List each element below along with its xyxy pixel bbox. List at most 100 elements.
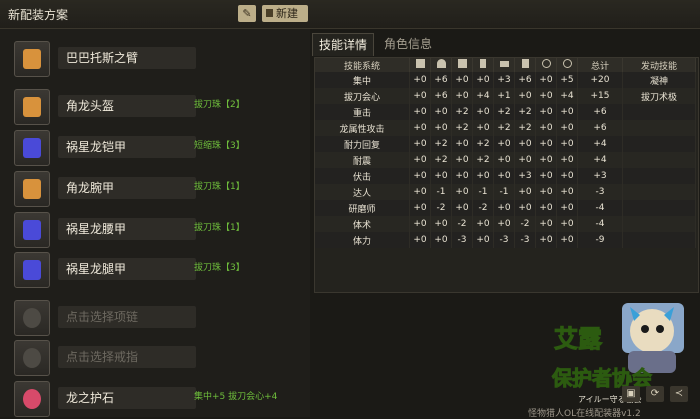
- skill-total: -4: [577, 200, 623, 216]
- part-value: +0: [409, 120, 431, 136]
- save-button[interactable]: ▣: [622, 386, 640, 402]
- activated-skill: 凝神: [622, 72, 696, 88]
- table-row: 耐震 +0 +2 +0 +2 +0 +0 +0 +0 +4: [315, 152, 696, 168]
- equip-slot-helmet[interactable]: 角龙头盔 拔刀珠【2】: [14, 89, 314, 125]
- part-value: +2: [472, 136, 494, 152]
- activated-skill: [622, 168, 696, 184]
- tab-character-info[interactable]: 角色信息: [378, 33, 438, 55]
- part-value: +0: [535, 136, 557, 152]
- part-value: +0: [409, 72, 431, 88]
- table-row: 体术 +0 +0 -2 +0 +0 -2 +0 +0 -4: [315, 216, 696, 232]
- part-value: +0: [409, 152, 431, 168]
- equip-name[interactable]: 点击选择项链: [58, 306, 196, 328]
- equip-slot-arm[interactable]: 角龙腕甲 拔刀珠【1】: [14, 171, 314, 207]
- skill-name: 体力: [315, 232, 410, 248]
- skill-total: +6: [577, 120, 623, 136]
- part-value: +0: [493, 152, 515, 168]
- equip-slot-necklace[interactable]: 点击选择项链: [14, 300, 314, 336]
- equip-slot-waist[interactable]: 祸星龙腰甲 拔刀珠【1】: [14, 212, 314, 248]
- part-value: +1: [493, 88, 515, 104]
- part-value: +0: [451, 168, 473, 184]
- arm-icon: [14, 171, 50, 207]
- skill-total: -9: [577, 232, 623, 248]
- part-value: +0: [535, 184, 557, 200]
- leg-icon: [521, 59, 529, 68]
- activated-skill: 拔刀术极: [622, 88, 696, 104]
- equip-slot-ring[interactable]: 点击选择戒指: [14, 340, 314, 376]
- part-value: +0: [556, 168, 578, 184]
- part-value: +0: [409, 136, 431, 152]
- waist-icon: [14, 212, 50, 248]
- equip-name[interactable]: 祸星龙腰甲: [58, 218, 196, 240]
- equip-slot-leg[interactable]: 祸星龙腿甲 拔刀珠【3】: [14, 252, 314, 288]
- part-value: +0: [535, 200, 557, 216]
- equip-slot-chest[interactable]: 祸星龙铠甲 短缩珠【3】: [14, 130, 314, 166]
- part-value: +2: [451, 104, 473, 120]
- part-value: +0: [472, 104, 494, 120]
- part-value: +0: [556, 136, 578, 152]
- part-value: +0: [493, 136, 515, 152]
- activated-skill: [622, 200, 696, 216]
- refresh-button[interactable]: ⟳: [646, 386, 664, 402]
- skill-name: 达人: [315, 184, 410, 200]
- part-value: -3: [451, 232, 473, 248]
- part-value: +0: [556, 216, 578, 232]
- skill-name: 研磨师: [315, 200, 410, 216]
- edit-title-button[interactable]: ✎: [238, 5, 256, 22]
- charm-icon: [14, 381, 50, 417]
- part-value: +2: [493, 104, 515, 120]
- waist-icon: [499, 61, 509, 67]
- new-plan-label: 新建: [276, 7, 298, 20]
- part-value: +0: [514, 200, 536, 216]
- part-value: +0: [430, 232, 452, 248]
- part-value: +2: [514, 104, 536, 120]
- equip-slot-charm[interactable]: 龙之护石 集中+5 拔刀会心+4: [14, 381, 314, 417]
- equip-name[interactable]: 角龙腕甲: [58, 177, 196, 199]
- part-value: +0: [451, 72, 473, 88]
- part-value: +0: [556, 104, 578, 120]
- ring-icon: [562, 59, 572, 68]
- part-value: +0: [472, 72, 494, 88]
- skill-name: 集中: [315, 72, 410, 88]
- arm-icon: [480, 59, 486, 68]
- skill-name: 拔刀会心: [315, 88, 410, 104]
- part-value: -1: [430, 184, 452, 200]
- part-value: +4: [556, 88, 578, 104]
- table-row: 达人 +0 -1 +0 -1 -1 +0 +0 +0 -3: [315, 184, 696, 200]
- col-skill-system: 技能系统: [315, 58, 410, 72]
- equip-name[interactable]: 点击选择戒指: [58, 346, 196, 368]
- activated-skill: [622, 184, 696, 200]
- equip-name[interactable]: 龙之护石: [58, 387, 196, 409]
- equip-name[interactable]: 角龙头盔: [58, 95, 196, 117]
- tab-bar: 技能详情 角色信息: [312, 33, 700, 56]
- equip-name[interactable]: 巴巴托斯之臂: [58, 47, 196, 69]
- part-value: +2: [451, 120, 473, 136]
- part-value: +0: [430, 168, 452, 184]
- part-value: -3: [493, 232, 515, 248]
- skill-name: 重击: [315, 104, 410, 120]
- skill-name: 耐震: [315, 152, 410, 168]
- part-value: +0: [556, 152, 578, 168]
- weapon-icon: [415, 59, 425, 68]
- helmet-icon: [14, 89, 50, 125]
- activated-skill: [622, 104, 696, 120]
- part-value: +0: [409, 184, 431, 200]
- part-value: +0: [535, 232, 557, 248]
- new-plan-button[interactable]: 新建: [262, 5, 308, 22]
- part-value: +0: [430, 216, 452, 232]
- table-row: 重击 +0 +0 +2 +0 +2 +2 +0 +0 +6: [315, 104, 696, 120]
- equip-name[interactable]: 祸星龙腿甲: [58, 258, 196, 280]
- tab-skill-details[interactable]: 技能详情: [312, 33, 375, 56]
- equip-note: 集中+5 拔刀会心+4: [194, 392, 278, 402]
- equip-name[interactable]: 祸星龙铠甲: [58, 136, 196, 158]
- table-header: 技能系统 总计 发动技能: [315, 58, 696, 72]
- part-value: +0: [451, 152, 473, 168]
- part-value: +0: [472, 216, 494, 232]
- share-button[interactable]: ≺: [670, 386, 688, 402]
- equip-slot-weapon[interactable]: 巴巴托斯之臂: [14, 41, 314, 77]
- equipment-panel: 巴巴托斯之臂 角龙头盔 拔刀珠【2】 祸星龙铠甲 短缩珠【3】 角龙腕甲 拔刀珠…: [0, 29, 310, 417]
- activated-skill: [622, 136, 696, 152]
- part-value: +2: [430, 136, 452, 152]
- part-value: +0: [514, 88, 536, 104]
- part-value: -2: [472, 200, 494, 216]
